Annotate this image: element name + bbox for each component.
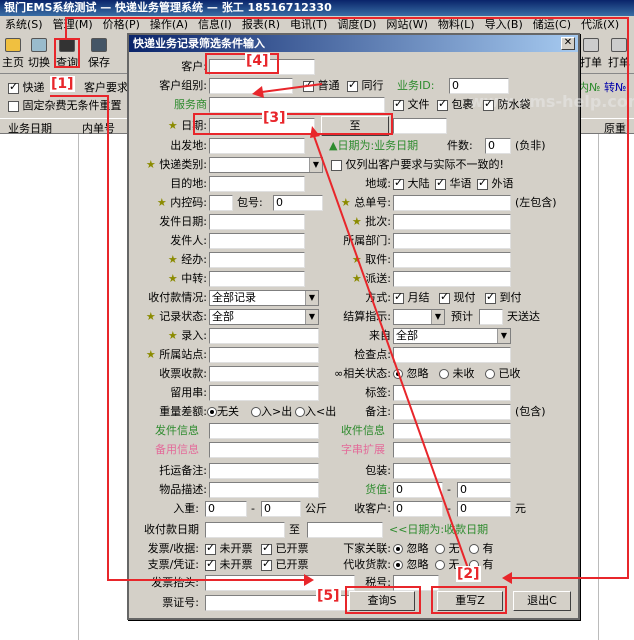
- arrow-head-icon: [252, 86, 264, 98]
- callout-1: [1]: [50, 76, 75, 92]
- callout-4: [4]: [245, 53, 270, 69]
- arrow-head-icon: [310, 126, 320, 138]
- annotation-overlay: [50, 17, 629, 586]
- arrow-line-4: [261, 83, 323, 93]
- arrow-line-5: [50, 95, 304, 581]
- arrow-head-icon: [502, 572, 512, 584]
- arrow-line-2: [65, 17, 629, 579]
- callout-2: [2]: [456, 566, 481, 582]
- callout-3: [3]: [262, 110, 287, 126]
- arrow-head-icon: [304, 574, 314, 586]
- arrow-line-3: [313, 135, 471, 575]
- callout-5: [5]: [316, 588, 341, 604]
